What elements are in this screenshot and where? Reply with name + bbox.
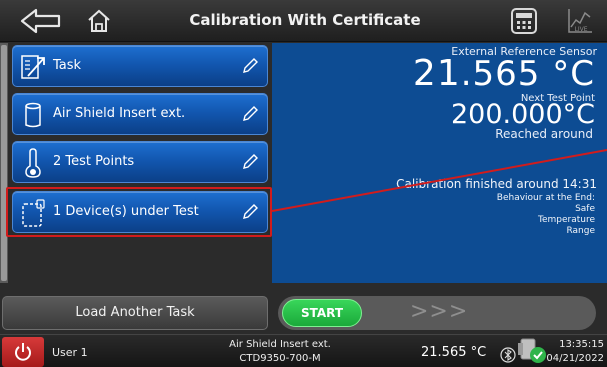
test-points-button[interactable]: 2 Test Points: [12, 141, 268, 183]
back-arrow-icon[interactable]: [20, 7, 62, 35]
behaviour-line-2: Temperature: [537, 215, 595, 225]
reached-around-text: Reached around: [495, 127, 593, 141]
behaviour-line-3: Range: [566, 226, 595, 236]
task-chart-icon: [21, 55, 45, 79]
load-another-task-button[interactable]: Load Another Task: [2, 296, 268, 330]
slide-arrows: >>>: [410, 299, 469, 324]
live-chart-icon[interactable]: LIVE: [566, 7, 594, 35]
behaviour-at-end: Behaviour at the End: Safe Temperature R…: [497, 193, 595, 237]
task-button[interactable]: Task: [12, 45, 268, 87]
task-list-scrollbar[interactable]: [0, 43, 8, 283]
current-user: User 1: [52, 346, 88, 359]
power-icon: [15, 343, 31, 361]
calibration-finished-text: Calibration finished around 14:31: [396, 177, 597, 191]
test-points-button-label: 2 Test Points: [53, 154, 135, 169]
cylinder-insert-icon: [25, 102, 41, 128]
thermometer-icon: [25, 148, 41, 178]
device-name: Air Shield Insert ext.: [229, 339, 331, 350]
current-temperature: 21.565 °C: [421, 345, 487, 360]
device-info: Air Shield Insert ext. CTD9350-700-M: [210, 338, 350, 366]
start-slider-track[interactable]: START >>>: [278, 296, 596, 330]
device-model: CTD9350-700-M: [239, 353, 321, 364]
edit-pencil-icon[interactable]: [241, 105, 259, 123]
external-reference-decimal: .565 °C: [460, 54, 595, 94]
insert-button-label: Air Shield Insert ext.: [53, 106, 186, 121]
edit-pencil-icon[interactable]: [241, 57, 259, 75]
behaviour-line-1: Safe: [575, 204, 595, 214]
power-button[interactable]: [2, 337, 44, 367]
insert-button[interactable]: Air Shield Insert ext.: [12, 93, 268, 135]
clock: 13:35:15 04/21/2022: [546, 338, 604, 366]
external-reference-integer: 21: [412, 53, 461, 94]
next-test-point-value: 200.000°C: [450, 99, 595, 130]
sensor-connected-icon: [518, 338, 546, 363]
home-icon[interactable]: [86, 8, 112, 34]
svg-text:LIVE: LIVE: [574, 26, 587, 33]
task-button-label: Task: [53, 58, 82, 73]
header-bar: Calibration With Certificate LIVE: [0, 0, 607, 42]
selection-highlight: [6, 187, 272, 237]
calculator-icon[interactable]: [510, 7, 538, 35]
page-title: Calibration With Certificate: [189, 11, 421, 29]
clock-time: 13:35:15: [559, 339, 604, 350]
status-bar: User 1 Air Shield Insert ext. CTD9350-70…: [0, 334, 607, 367]
clock-date: 04/21/2022: [546, 353, 604, 364]
external-reference-value: 21.565 °C: [413, 53, 595, 94]
start-button[interactable]: START: [282, 299, 362, 327]
action-row: Load Another Task START >>>: [0, 290, 607, 332]
status-info-panel: External Reference Sensor 21.565 °C Next…: [272, 43, 607, 283]
behaviour-label: Behaviour at the End:: [496, 193, 595, 203]
bluetooth-icon: [500, 347, 516, 363]
scrollbar-thumb[interactable]: [1, 45, 7, 281]
edit-pencil-icon[interactable]: [241, 153, 259, 171]
